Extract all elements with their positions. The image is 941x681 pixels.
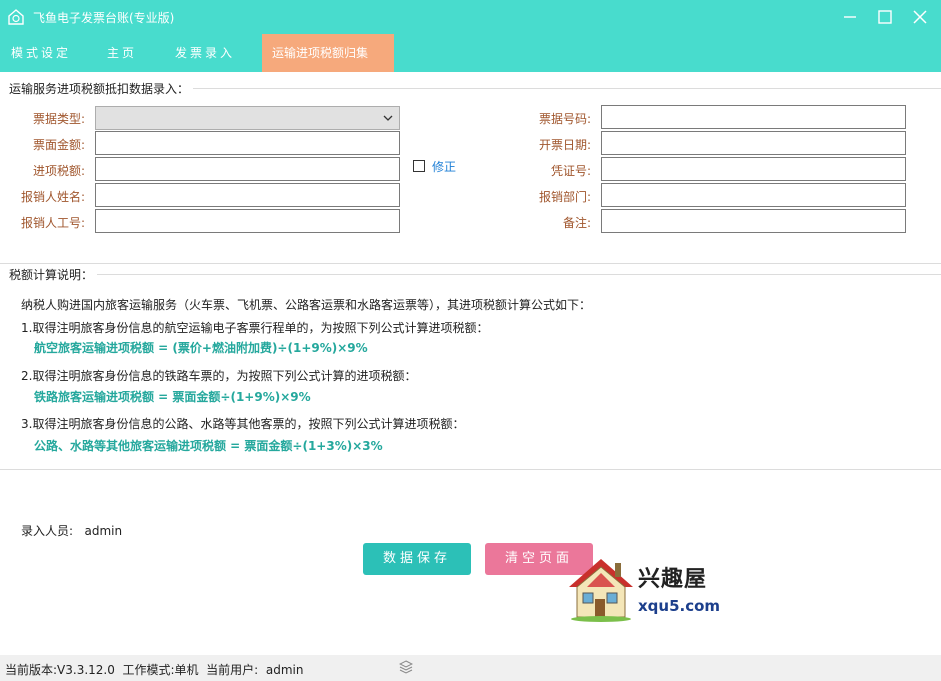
explanation-bottom-divider — [0, 469, 941, 470]
maximize-button[interactable] — [867, 0, 903, 34]
save-button[interactable]: 数据保存 — [363, 543, 471, 575]
watermark-cn: 兴趣屋 — [638, 567, 708, 592]
watermark-url: xqu5.com — [638, 597, 721, 615]
label-input-tax: 进项税额: — [32, 164, 85, 178]
label-invoice-date: 开票日期: — [538, 138, 591, 152]
close-button[interactable] — [902, 0, 938, 34]
section-divider — [180, 88, 941, 89]
claimant-name-input[interactable] — [95, 183, 400, 207]
form-section-title: 运输服务进项税额抵扣数据录入： — [9, 80, 194, 97]
explanation-intro: 纳税人购进国内旅客运输服务（火车票、飞机票、公路客运票和水路客运票等），其进项税… — [21, 298, 592, 312]
ticket-type-select[interactable] — [95, 106, 400, 130]
rule-2-formula: 铁路旅客运输进项税额 = 票面金额÷(1+9%)×9% — [34, 390, 311, 404]
rule-1-formula: 航空旅客运输进项税额 = (票价+燃油附加费)÷(1+9%)×9% — [34, 341, 368, 355]
house-icon — [569, 559, 633, 622]
rule-3-formula: 公路、水路等其他旅客运输进项税额 = 票面金额÷(1+3%)×3% — [34, 439, 383, 453]
department-input[interactable] — [601, 183, 906, 207]
form-bottom-divider — [0, 263, 941, 264]
explanation-divider — [96, 274, 941, 275]
title-bar: 飞鱼电子发票台账(专业版) — [0, 0, 941, 34]
rule-1-desc: 1.取得注明旅客身份信息的航空运输电子客票行程单的，为按照下列公式计算进项税额： — [21, 321, 489, 335]
menu-bar: 模式设定 主页 发票录入 运输进项税额归集 — [0, 34, 941, 72]
minimize-button[interactable] — [832, 0, 868, 34]
label-voucher-number: 凭证号: — [550, 164, 591, 178]
face-amount-input[interactable] — [95, 131, 400, 155]
minimize-icon — [844, 16, 856, 18]
close-icon — [913, 10, 927, 24]
label-department: 报销部门: — [538, 190, 591, 204]
explanation-section-title: 税额计算说明： — [9, 266, 98, 283]
label-claimant-name: 报销人姓名: — [20, 190, 85, 204]
operator-info: 录入人员: admin — [21, 522, 122, 539]
operator-value: admin — [84, 524, 123, 538]
status-bar: 当前版本:V3.3.12.0 工作模式:单机 当前用户: admin — [0, 655, 941, 681]
modify-checkbox[interactable] — [413, 160, 425, 172]
voucher-number-input[interactable] — [601, 157, 906, 181]
app-logo-icon — [8, 9, 24, 25]
watermark-logo: 兴趣屋 xqu5.com — [565, 553, 735, 623]
label-ticket-number: 票据号码: — [538, 112, 591, 126]
label-remarks: 备注: — [562, 216, 591, 230]
invoice-date-input[interactable] — [601, 131, 906, 155]
operator-label: 录入人员: — [21, 524, 74, 538]
claimant-id-input[interactable] — [95, 209, 400, 233]
menu-item-invoice-entry[interactable]: 发票录入 — [175, 34, 235, 72]
layers-icon — [399, 660, 413, 674]
remarks-input[interactable] — [601, 209, 906, 233]
window-title: 飞鱼电子发票台账(专业版) — [33, 11, 175, 25]
input-tax-input[interactable] — [95, 157, 400, 181]
menu-item-mode-settings[interactable]: 模式设定 — [11, 34, 71, 72]
label-face-amount: 票面金额: — [32, 138, 85, 152]
status-text: 当前版本:V3.3.12.0 工作模式:单机 当前用户: admin — [5, 663, 304, 677]
label-ticket-type: 票据类型: — [32, 112, 85, 126]
label-claimant-id: 报销人工号: — [20, 216, 85, 230]
rule-3-desc: 3.取得注明旅客身份信息的公路、水路等其他客票的，按照下列公式计算进项税额： — [21, 417, 465, 431]
maximize-icon — [878, 10, 892, 24]
chevron-down-icon — [383, 115, 393, 121]
ticket-number-input[interactable] — [601, 105, 906, 129]
modify-label[interactable]: 修正 — [432, 158, 456, 175]
menu-item-home[interactable]: 主页 — [107, 34, 137, 72]
rule-2-desc: 2.取得注明旅客身份信息的铁路车票的，为按照下列公式计算的进项税额： — [21, 369, 417, 383]
menu-item-transport-tax[interactable]: 运输进项税额归集 — [262, 34, 394, 72]
